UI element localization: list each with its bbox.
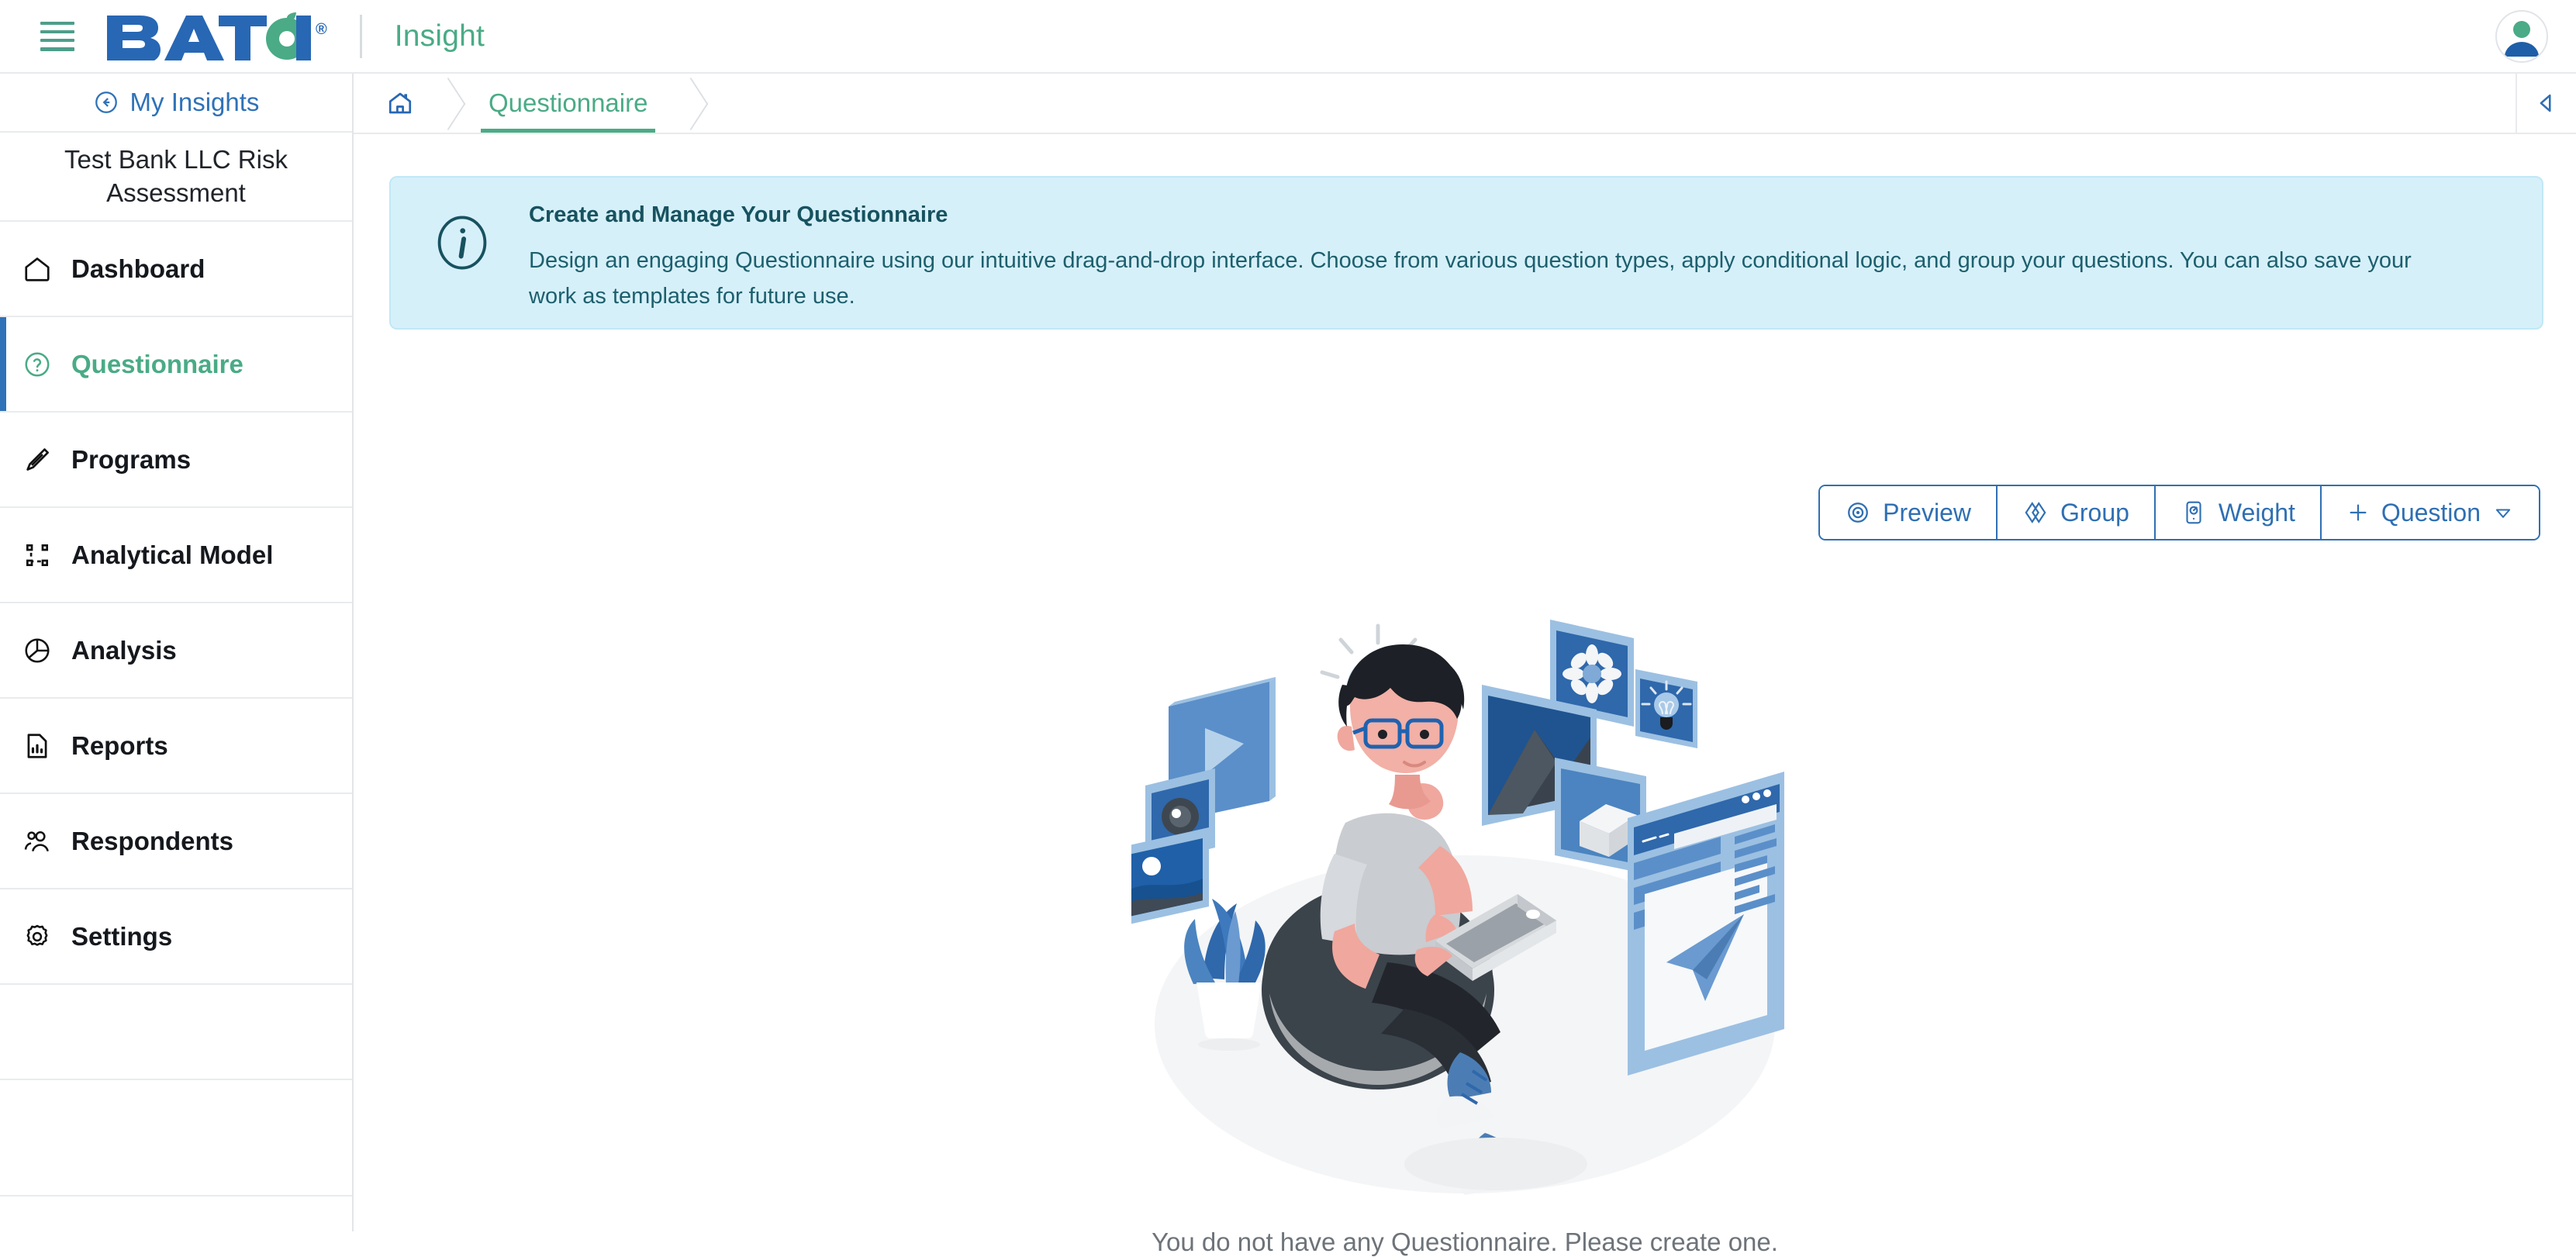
questionnaire-toolbar: Preview Group Weight Question xyxy=(1818,485,2540,540)
home-icon xyxy=(20,252,54,286)
group-button[interactable]: Group xyxy=(1997,486,2156,539)
pen-nib-icon xyxy=(20,443,54,477)
info-banner: Create and Manage Your Questionnaire Des… xyxy=(389,176,2543,330)
illustration-bulb-panel xyxy=(1635,669,1697,748)
sidebar-item-respondents[interactable]: Respondents xyxy=(0,794,352,889)
caret-down-icon xyxy=(2495,509,2511,518)
user-avatar-icon xyxy=(2505,21,2539,57)
sidebar-item-label: Programs xyxy=(71,444,192,474)
empty-state-message: You do not have any Questionnaire. Pleas… xyxy=(1152,1228,1778,1256)
breadcrumb-home[interactable] xyxy=(354,74,447,133)
app-name: Insight xyxy=(394,19,485,53)
sidebar-item-analytical-model[interactable]: Analytical Model xyxy=(0,508,352,603)
sidebar-item-label: Settings xyxy=(71,921,173,951)
group-label: Group xyxy=(2060,498,2129,527)
breadcrumb-current-label: Questionnaire xyxy=(489,88,648,117)
weight-label: Weight xyxy=(2218,498,2295,527)
back-link-label: My Insights xyxy=(129,88,260,116)
batoi-logo[interactable]: ® xyxy=(105,12,327,60)
sidebar-item-label: Questionnaire xyxy=(71,349,243,378)
illustration-browser-window xyxy=(1628,772,1784,1076)
batoi-logo-mark xyxy=(107,12,311,60)
users-icon xyxy=(20,824,54,858)
home-icon xyxy=(388,92,412,114)
sidebar-blank-row xyxy=(0,985,352,1080)
sidebar-item-label: Reports xyxy=(71,730,168,760)
gear-icon xyxy=(20,920,54,954)
breadcrumb: Questionnaire xyxy=(354,74,2576,134)
weight-button[interactable]: Weight xyxy=(2155,486,2322,539)
sidebar-item-label: Analytical Model xyxy=(71,540,274,569)
preview-button[interactable]: Preview xyxy=(1820,486,1998,539)
plus-icon xyxy=(2350,504,2367,521)
sidebar-item-label: Respondents xyxy=(71,826,234,855)
weight-icon xyxy=(2186,501,2201,524)
banner-title: Create and Manage Your Questionnaire xyxy=(529,202,948,227)
sidebar-item-questionnaire[interactable]: Questionnaire xyxy=(0,317,352,413)
sidebar-item-label: Analysis xyxy=(71,635,177,665)
registered-trademark: ® xyxy=(316,20,327,38)
back-to-my-insights-link[interactable]: My Insights xyxy=(0,74,352,133)
sidebar-item-dashboard[interactable]: Dashboard xyxy=(0,222,352,317)
breadcrumb-active-underline xyxy=(481,129,656,133)
banner-body: Design an engaging Questionnaire using o… xyxy=(529,248,2412,309)
preview-label: Preview xyxy=(1883,498,1971,527)
sidebar-item-reports[interactable]: Reports xyxy=(0,699,352,794)
crop-frame-icon xyxy=(20,538,54,572)
file-bar-chart-icon xyxy=(20,729,54,763)
avatar[interactable] xyxy=(2495,10,2548,63)
illustration-landscape-panel xyxy=(1131,827,1209,924)
sidebar-item-programs[interactable]: Programs xyxy=(0,413,352,508)
top-bar: ® Insight xyxy=(0,0,2576,74)
sidebar-item-settings[interactable]: Settings xyxy=(0,889,352,985)
chevron-left-icon xyxy=(2540,94,2551,112)
diamonds-icon xyxy=(2025,502,2046,523)
sidebar-blank-row xyxy=(0,1080,352,1197)
person-on-beanbag-with-laptop-illustration xyxy=(1131,620,1784,1195)
info-circle-icon xyxy=(430,210,495,279)
collapse-panel-button[interactable] xyxy=(2516,74,2576,133)
eye-icon xyxy=(1848,502,1869,523)
main-content: Create and Manage Your Questionnaire Des… xyxy=(354,134,2576,1256)
add-question-button[interactable]: Question xyxy=(2321,486,2539,539)
breadcrumb-current[interactable]: Questionnaire xyxy=(447,74,689,133)
hamburger-icon[interactable] xyxy=(40,21,74,51)
pie-chart-icon xyxy=(20,634,54,668)
sidebar-item-label: Dashboard xyxy=(71,254,205,283)
arrow-left-circle-icon xyxy=(95,92,117,113)
sidebar: My Insights Test Bank LLC Risk Assessmen… xyxy=(0,74,354,1231)
header-divider xyxy=(359,14,362,58)
sidebar-item-analysis[interactable]: Analysis xyxy=(0,603,352,699)
add-question-label: Question xyxy=(2381,498,2481,527)
context-name: Test Bank LLC Risk Assessment xyxy=(0,133,352,222)
question-circle-icon xyxy=(20,347,54,382)
empty-state: You do not have any Questionnaire. Pleas… xyxy=(354,590,2576,1257)
